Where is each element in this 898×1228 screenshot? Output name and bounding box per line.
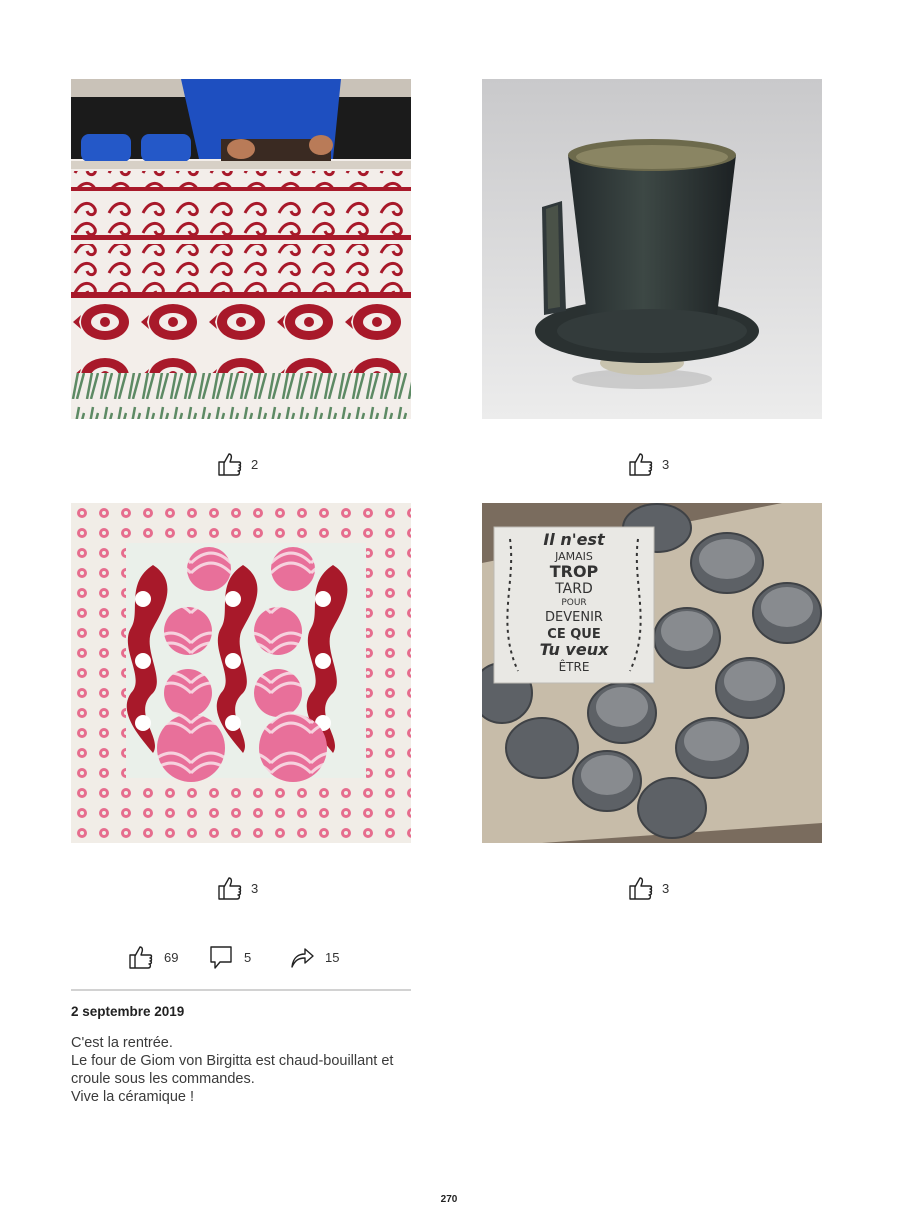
likes-count: 69 [164,949,179,965]
sign-line: TROP [550,562,599,581]
shares-count: 15 [325,949,340,965]
thumbs-up-icon [628,451,654,477]
post-date: 2 septembre 2019 [71,1004,185,1019]
thumbs-up-icon [217,875,243,901]
total-shares[interactable]: 15 [289,944,339,970]
sign-line: Tu veux [540,640,609,659]
like-count: 3 [662,880,670,896]
total-comments[interactable]: 5 [208,944,251,970]
thumbs-up-icon [217,451,243,477]
divider [71,989,411,991]
post-text-line: Le four de Giom von Birgitta est chaud-b… [71,1053,394,1069]
like-counter[interactable]: 3 [628,451,669,477]
comment-bubble-icon [208,944,234,970]
photo-textile-block-printing [71,79,411,419]
like-counter[interactable]: 3 [217,875,258,901]
post-text-line: Vive la céramique ! [71,1089,195,1105]
post-stats: 69 5 15 [71,944,411,974]
photo-textile-ogee-print [71,503,411,843]
page-number: 270 [440,1194,458,1205]
photo-ceramic-cup [482,79,822,419]
photo-ceramic-cups-sign: Il n'est JAMAIS TROP TARD POUR DEVENIR C… [482,503,822,843]
comments-count: 5 [244,949,252,965]
like-count: 3 [251,880,259,896]
post-text-line: C'est la rentrée. [71,1035,173,1051]
thumbs-up-icon [628,875,654,901]
total-likes[interactable]: 69 [128,944,178,970]
sign-line: DEVENIR [545,610,603,625]
like-count: 2 [251,456,259,472]
like-counter[interactable]: 2 [217,451,258,477]
thumbs-up-icon [128,944,154,970]
sign-line: ÊTRE [559,659,590,674]
share-arrow-icon [289,944,315,970]
like-counter[interactable]: 3 [628,875,669,901]
post-text: C'est la rentrée. Le four de Giom von Bi… [71,1034,416,1106]
sign-line: TARD [554,581,593,597]
sign-line: Il n'est [543,530,606,549]
post-text-line: croule sous les commandes. [71,1071,255,1087]
like-count: 3 [662,456,670,472]
sign-line: POUR [561,598,586,608]
